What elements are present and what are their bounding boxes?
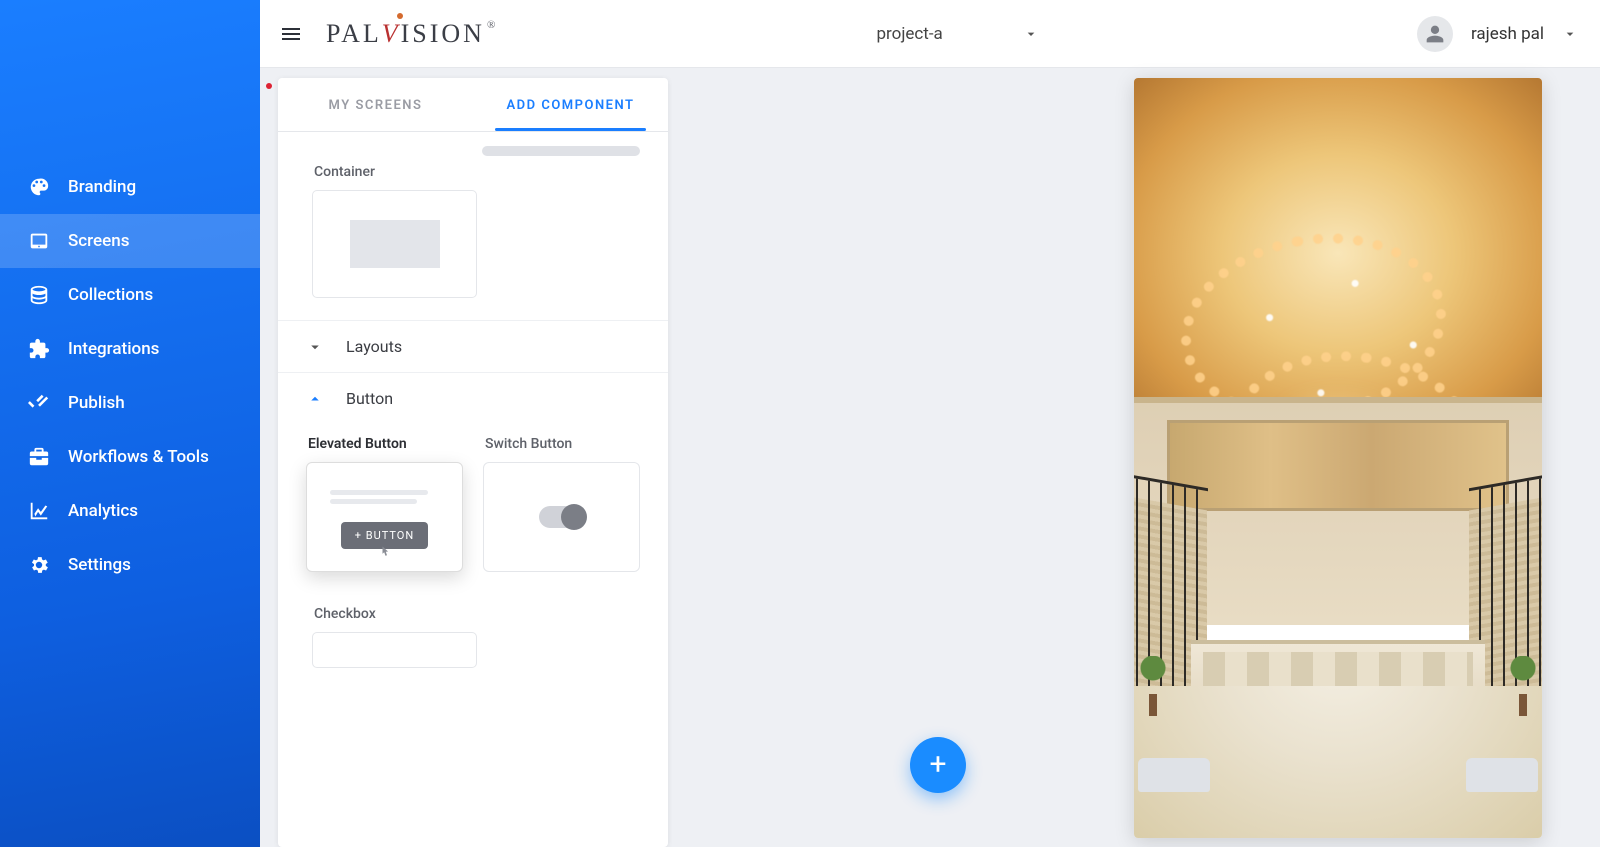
tab-my-screens[interactable]: MY SCREENS — [278, 78, 473, 131]
sidebar-item-workflows[interactable]: Workflows & Tools — [0, 430, 260, 484]
component-label-switch: Switch Button — [485, 436, 640, 452]
username: rajesh pal — [1471, 24, 1544, 44]
accordion-title: Layouts — [346, 337, 402, 356]
toolbox-icon — [28, 446, 50, 468]
double-check-icon — [28, 392, 50, 414]
component-label-checkbox: Checkbox — [314, 606, 640, 622]
component-panel: MY SCREENS ADD COMPONENT Container — [278, 78, 668, 847]
accordion-title: Button — [346, 389, 393, 408]
tablet-icon — [28, 230, 50, 252]
sidebar-item-label: Analytics — [68, 501, 138, 521]
project-name: project-a — [876, 24, 942, 44]
sidebar-item-collections[interactable]: Collections — [0, 268, 260, 322]
chevron-down-icon — [306, 338, 324, 356]
sidebar-item-settings[interactable]: Settings — [0, 538, 260, 592]
menu-toggle[interactable] — [274, 17, 308, 51]
panel-tabs: MY SCREENS ADD COMPONENT — [278, 78, 668, 132]
container-preview-icon — [350, 220, 440, 268]
sidebar-item-label: Publish — [68, 393, 125, 413]
device-preview[interactable] — [1134, 78, 1542, 838]
main: PALVISION® project-a rajesh pal MY S — [260, 0, 1600, 847]
gear-icon — [28, 554, 50, 576]
component-elevated-button[interactable]: + BUTTON — [306, 462, 463, 572]
sidebar-item-label: Collections — [68, 285, 153, 305]
preview-image — [1134, 78, 1542, 838]
component-checkbox[interactable] — [312, 632, 477, 668]
user-menu[interactable]: rajesh pal — [1417, 16, 1578, 52]
sidebar-item-publish[interactable]: Publish — [0, 376, 260, 430]
topbar: PALVISION® project-a rajesh pal — [260, 0, 1600, 68]
cursor-icon — [375, 545, 393, 563]
placeholder-lines-icon — [330, 486, 439, 508]
component-switch-button[interactable] — [483, 462, 640, 572]
sidebar-item-label: Branding — [68, 177, 136, 197]
sidebar-item-screens[interactable]: Screens — [0, 214, 260, 268]
chevron-down-icon — [1023, 26, 1039, 42]
project-selector[interactable]: project-a — [864, 16, 1050, 52]
placeholder-bar — [482, 146, 640, 156]
sidebar-item-integrations[interactable]: Integrations — [0, 322, 260, 376]
component-label-container: Container — [314, 164, 640, 180]
switch-preview-icon — [539, 506, 585, 528]
avatar — [1417, 16, 1453, 52]
sidebar-item-label: Settings — [68, 555, 131, 575]
sidebar-item-label: Integrations — [68, 339, 159, 359]
brand-registered: ® — [487, 19, 498, 31]
sidebar-item-analytics[interactable]: Analytics — [0, 484, 260, 538]
sidebar-item-label: Workflows & Tools — [68, 447, 209, 467]
tab-add-component[interactable]: ADD COMPONENT — [473, 78, 668, 131]
accordion-layouts[interactable]: Layouts — [278, 321, 668, 373]
chevron-down-icon — [1562, 26, 1578, 42]
sidebar-item-branding[interactable]: Branding — [0, 160, 260, 214]
sidebar: Branding Screens Collections Integration… — [0, 0, 260, 847]
puzzle-icon — [28, 338, 50, 360]
sidebar-item-label: Screens — [68, 231, 129, 251]
component-container[interactable] — [312, 190, 477, 298]
record-indicator-icon — [266, 83, 272, 89]
palette-icon — [28, 176, 50, 198]
brand-logo: PALVISION® — [326, 16, 498, 52]
add-fab[interactable]: + — [910, 737, 966, 793]
accordion-button[interactable]: Button — [278, 373, 668, 424]
database-icon — [28, 284, 50, 306]
brand-right: ISION — [401, 19, 485, 48]
panel-scroll[interactable]: Container Layouts Button — [278, 132, 668, 847]
component-label-elevated: Elevated Button — [308, 436, 463, 452]
chevron-up-icon — [306, 390, 324, 408]
chart-icon — [28, 500, 50, 522]
plus-icon: + — [929, 750, 946, 780]
brand-v: V — [382, 19, 401, 49]
workarea: MY SCREENS ADD COMPONENT Container — [260, 68, 1600, 847]
brand-left: PAL — [326, 19, 382, 48]
